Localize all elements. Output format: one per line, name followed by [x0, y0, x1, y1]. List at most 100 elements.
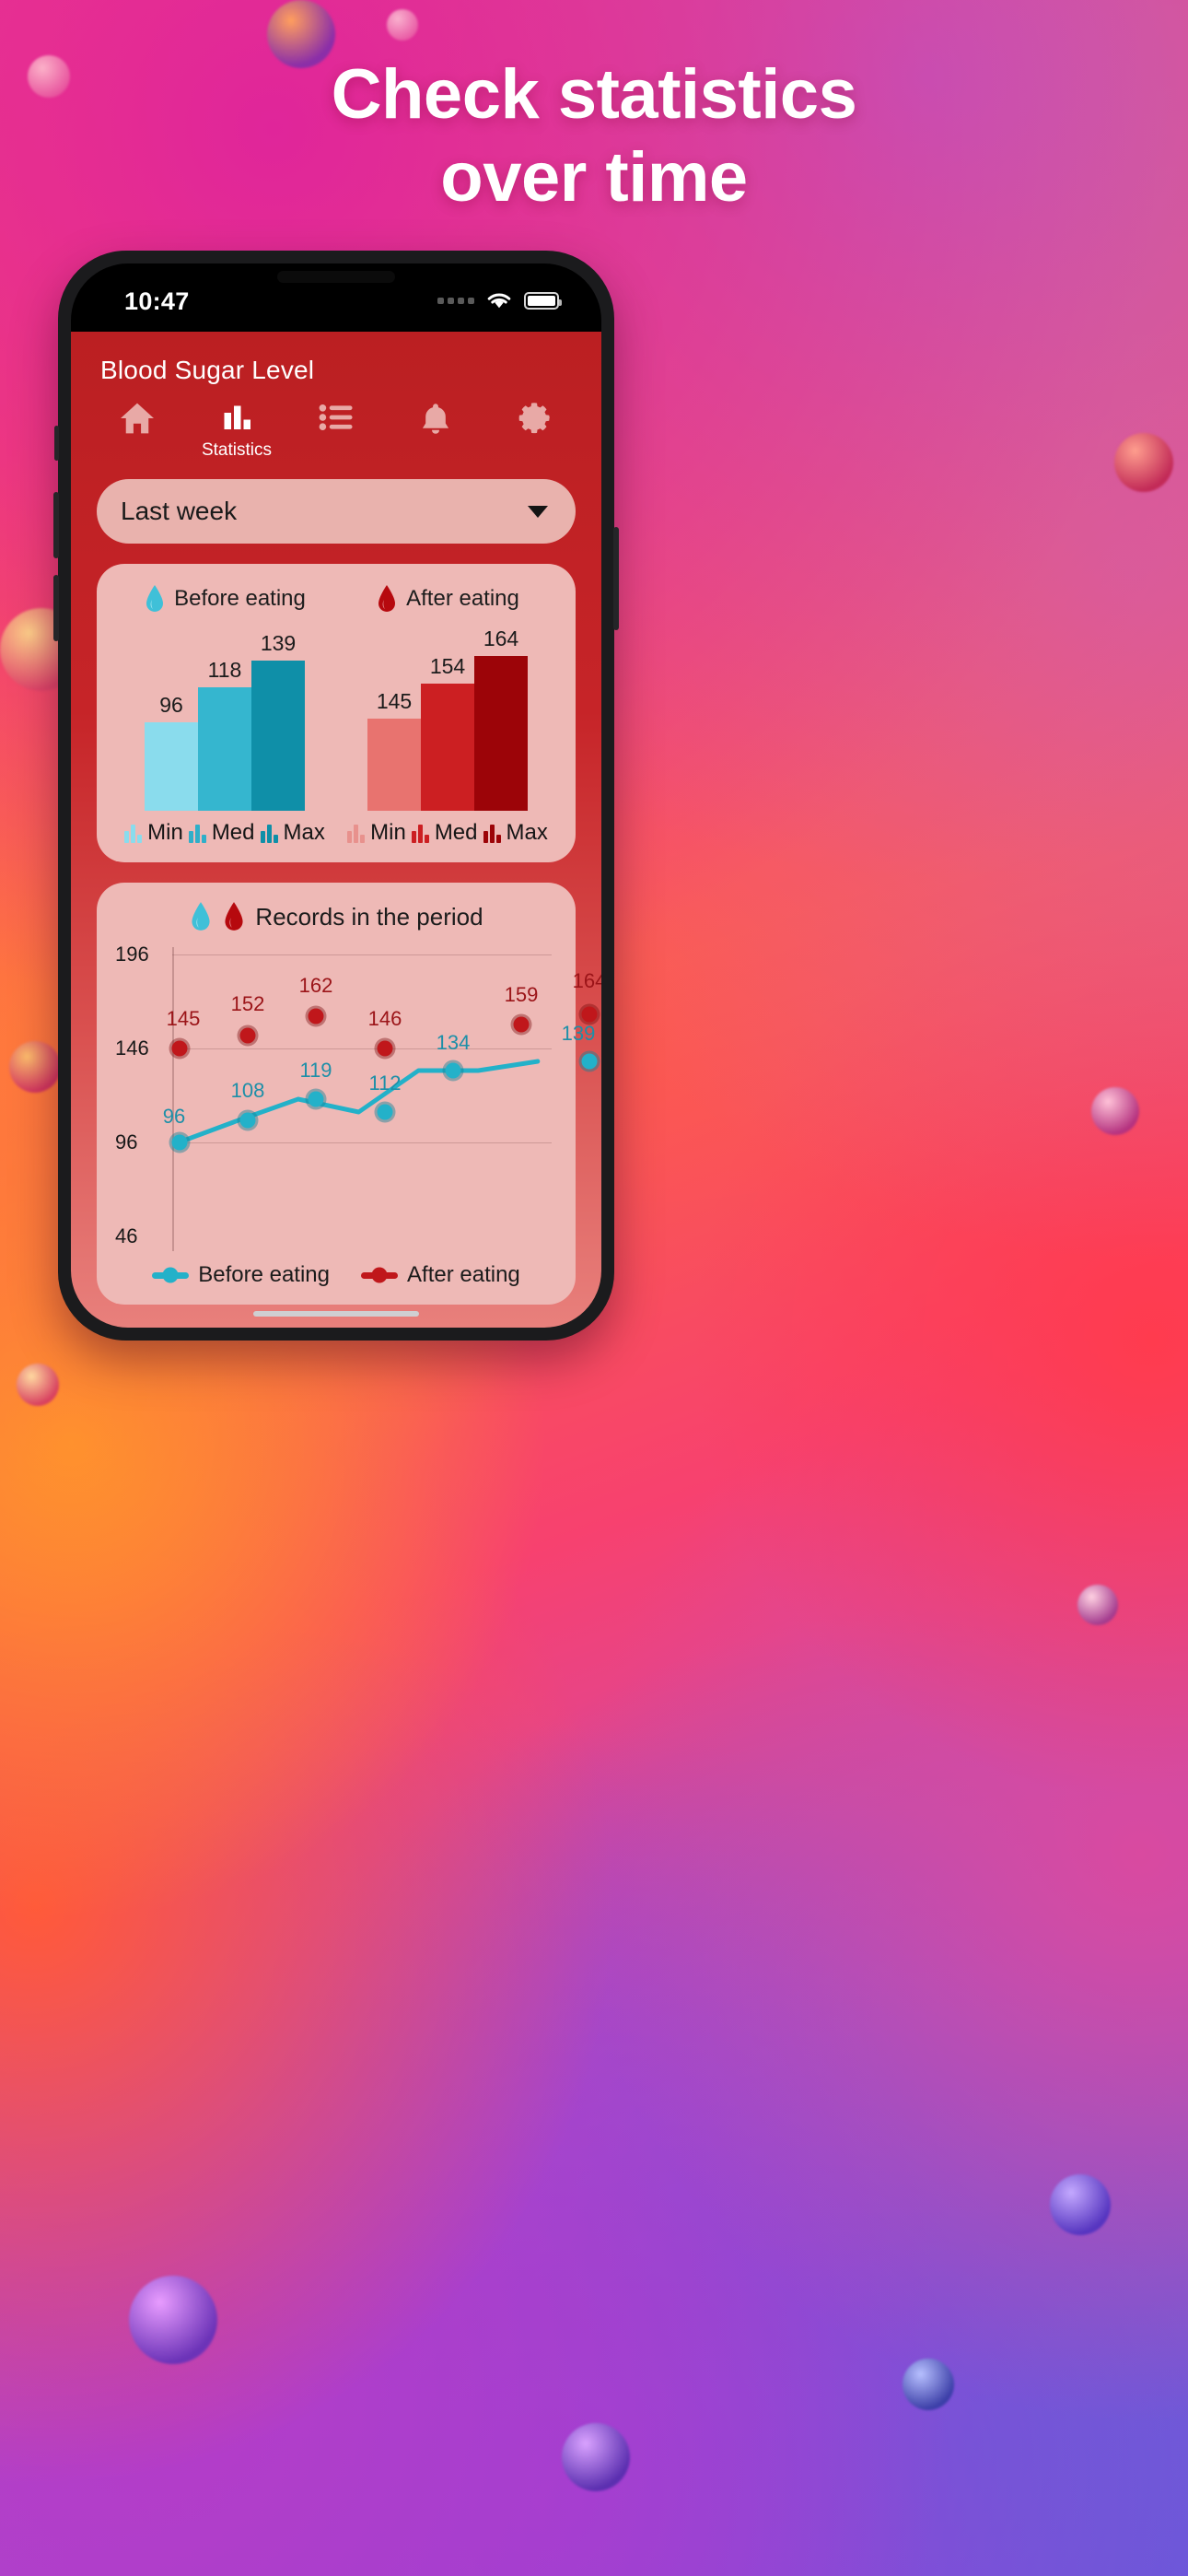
- wifi-icon: [487, 293, 511, 309]
- status-bar: 10:47: [71, 263, 601, 332]
- bar-item: 96: [145, 693, 198, 811]
- bar-chart-icon: [224, 405, 250, 429]
- bar-item: 118: [198, 658, 251, 811]
- data-point-label: 145: [166, 1007, 201, 1030]
- legend-item-after-eating: After eating: [361, 1262, 520, 1288]
- app-title: Blood Sugar Level: [100, 356, 315, 384]
- data-point-label: 159: [504, 983, 539, 1006]
- bar: [251, 661, 305, 811]
- period-selector-value: Last week: [121, 497, 238, 525]
- bar-value: 96: [159, 693, 183, 717]
- page-title: Check statistics over time: [0, 53, 1188, 218]
- data-point-label: 96: [162, 1105, 186, 1128]
- bell-icon: [422, 404, 449, 434]
- period-selector[interactable]: Last week: [97, 479, 576, 544]
- y-tick-46: 46: [115, 1224, 138, 1247]
- home-icon: [121, 403, 154, 434]
- data-point: [308, 1091, 324, 1107]
- summary-card: Before eating After eating 96 118 139 Mi…: [97, 564, 576, 862]
- app-screen: Blood Sugar Level Statistics Last week B…: [71, 332, 601, 1328]
- records-line-chart: 196 146 96 46 96 108 119 112 134 139 145…: [115, 943, 601, 1251]
- y-tick-196: 196: [115, 943, 149, 966]
- data-point-label: 134: [436, 1031, 471, 1054]
- bar: [367, 719, 421, 811]
- home-indicator[interactable]: [253, 1311, 419, 1317]
- data-point-label: 146: [367, 1007, 402, 1030]
- water-drop-icon: [146, 585, 164, 612]
- gear-icon: [518, 403, 550, 434]
- legend-label-min: Min: [370, 820, 406, 845]
- bars-icon: [260, 823, 278, 843]
- chevron-down-icon: [528, 505, 548, 518]
- data-point: [377, 1104, 393, 1120]
- bar: [145, 722, 198, 811]
- tab-statistics-label: Statistics: [201, 440, 273, 460]
- before-eating-header: Before eating: [113, 584, 336, 614]
- blood-drop-icon: [379, 585, 396, 612]
- bar-item: 154: [421, 654, 474, 811]
- battery-full-icon: [524, 291, 562, 310]
- bars-icon: [347, 823, 366, 843]
- bars-icon: [411, 823, 429, 843]
- data-point-label: 108: [230, 1079, 265, 1102]
- data-point-label: 164: [572, 969, 601, 992]
- line-series-before: [176, 1059, 541, 1145]
- bars-icon: [483, 823, 501, 843]
- tab-settings[interactable]: [494, 402, 577, 442]
- records-card-header: Records in the period: [115, 901, 557, 932]
- legend-label-max: Max: [506, 820, 548, 845]
- data-point-label: 139: [561, 1022, 596, 1045]
- records-card: Records in the period 196 146 96 46 96 1…: [97, 883, 601, 1305]
- volume-up-button[interactable]: [53, 492, 59, 558]
- data-point-label: 152: [230, 992, 265, 1015]
- data-point: [581, 1006, 598, 1023]
- power-button[interactable]: [613, 527, 619, 630]
- tab-reminders[interactable]: [394, 402, 477, 442]
- data-point: [239, 1112, 256, 1129]
- list-icon: [319, 404, 353, 431]
- blood-drop-icon: [225, 902, 243, 931]
- bar-value: 145: [376, 689, 413, 713]
- legend-label: Before eating: [198, 1262, 331, 1287]
- legend-label-min: Min: [147, 820, 183, 845]
- bar: [198, 687, 251, 811]
- legend-item-before-eating: Before eating: [152, 1262, 330, 1288]
- bar: [421, 684, 474, 811]
- before-eating-label: Before eating: [174, 586, 306, 611]
- after-eating-bar-chart: 145 154 164 Min Med Max: [336, 626, 559, 846]
- headline-line-2: over time: [440, 137, 748, 217]
- data-point: [445, 1062, 461, 1079]
- tab-statistics[interactable]: Statistics: [195, 402, 278, 461]
- data-point: [581, 1053, 598, 1070]
- legend-label-med: Med: [211, 820, 255, 845]
- bar-item: 145: [367, 689, 421, 811]
- status-time: 10:47: [124, 287, 190, 315]
- before-eating-bar-legend: Min Med Max: [124, 820, 325, 846]
- legend-label-med: Med: [434, 820, 478, 845]
- tab-records[interactable]: [295, 402, 378, 439]
- bar-value: 154: [429, 654, 466, 678]
- after-eating-label: After eating: [406, 586, 519, 611]
- bar-value: 164: [483, 626, 519, 650]
- data-point-label: 119: [299, 1059, 332, 1082]
- silent-switch[interactable]: [54, 426, 59, 461]
- records-chart-legend: Before eating After eating: [115, 1262, 557, 1288]
- bar: [474, 656, 528, 811]
- bar-value: 139: [260, 631, 297, 655]
- phone-mockup: 10:47 Blood Sugar Level Statistics Last …: [53, 251, 619, 1341]
- bars-icon: [124, 823, 143, 843]
- volume-down-button[interactable]: [53, 575, 59, 641]
- data-point: [171, 1040, 188, 1057]
- before-eating-bar-chart: 96 118 139 Min Med Max: [113, 626, 336, 846]
- tab-bar: Statistics: [71, 385, 601, 470]
- data-point: [171, 1134, 188, 1151]
- data-point: [308, 1008, 324, 1025]
- bar-item: 139: [251, 631, 305, 811]
- notch: [277, 271, 395, 283]
- data-point-label: 112: [368, 1071, 402, 1095]
- tab-home[interactable]: [96, 402, 179, 440]
- y-tick-146: 146: [115, 1036, 149, 1060]
- bar-item: 164: [474, 626, 528, 811]
- after-eating-bar-legend: Min Med Max: [347, 820, 548, 846]
- water-drop-icon: [192, 902, 210, 931]
